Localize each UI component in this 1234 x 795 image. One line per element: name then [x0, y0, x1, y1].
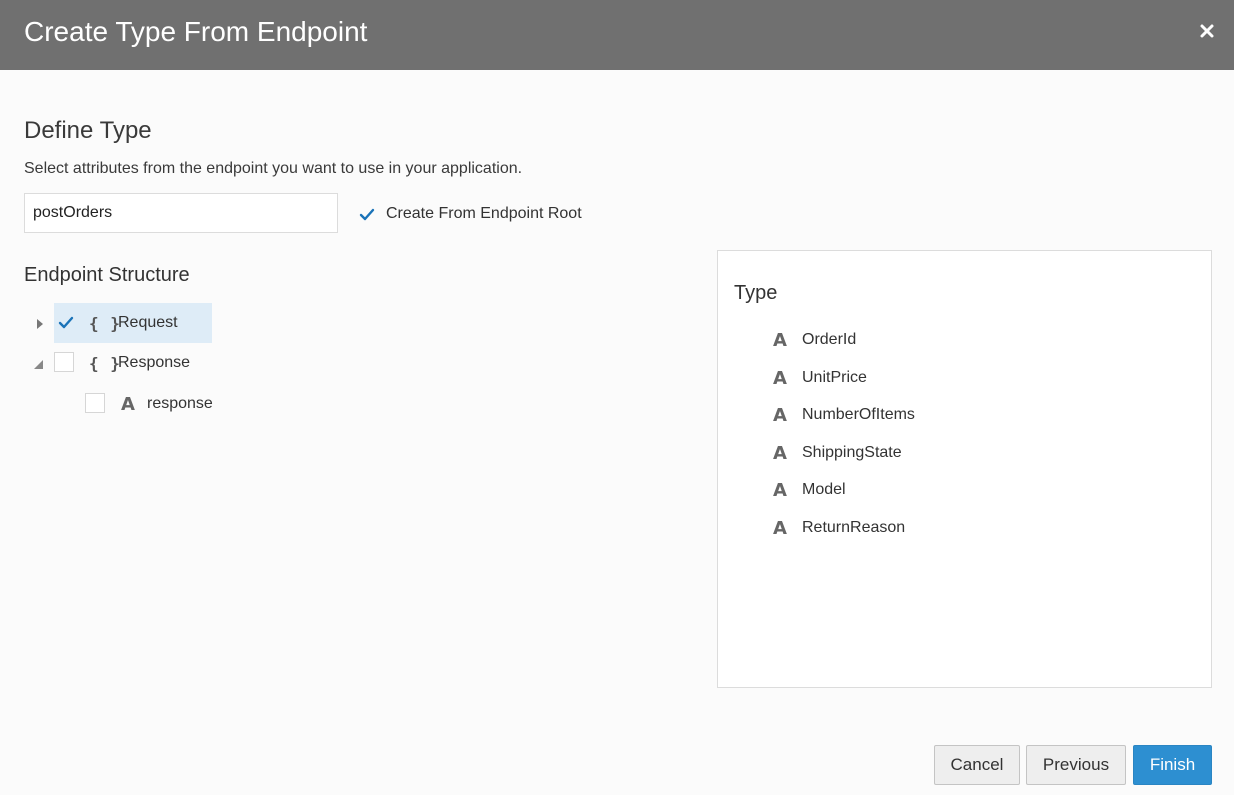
tree-label-request: Request	[118, 314, 178, 331]
type-attribute-item: A OrderId	[770, 328, 856, 352]
type-attribute-label: ReturnReason	[802, 519, 906, 536]
string-attribute-icon: A	[773, 404, 787, 426]
type-attribute-label: NumberOfItems	[802, 406, 915, 423]
string-attribute-icon: A	[773, 479, 787, 501]
type-attribute-item: A UnitPrice	[770, 366, 867, 390]
type-attribute-label: OrderId	[802, 331, 857, 348]
create-from-endpoint-root-checkbox[interactable]: Create From Endpoint Root	[356, 203, 582, 225]
request-checkbox[interactable]	[55, 312, 75, 332]
type-attribute-item: A NumberOfItems	[770, 403, 915, 427]
object-icon: { }	[89, 314, 121, 333]
type-attribute-label: UnitPrice	[802, 369, 867, 386]
string-attribute-icon: A	[773, 442, 787, 464]
previous-button[interactable]: Previous	[1026, 745, 1126, 785]
tree-label-response-attribute: response	[147, 395, 213, 412]
define-type-heading: Define Type	[24, 117, 152, 144]
type-panel: Type A OrderId A UnitPrice A NumberOfIte…	[717, 250, 1212, 688]
cancel-button[interactable]: Cancel	[934, 745, 1020, 785]
string-attribute-icon: A	[121, 394, 135, 415]
checkbox-checked-icon[interactable]	[356, 204, 376, 224]
type-attribute-item: A Model	[770, 478, 846, 502]
finish-button[interactable]: Finish	[1133, 745, 1212, 785]
response-attribute-checkbox[interactable]	[85, 393, 105, 413]
endpoint-structure-heading: Endpoint Structure	[24, 264, 190, 286]
close-icon[interactable]	[1194, 18, 1220, 44]
dialog-title-bar: Create Type From Endpoint	[0, 0, 1234, 70]
type-attribute-item: A ShippingState	[770, 441, 902, 465]
type-attribute-label: Model	[802, 481, 846, 498]
string-attribute-icon: A	[773, 329, 787, 351]
type-heading: Type	[734, 282, 778, 304]
string-attribute-icon: A	[773, 517, 787, 539]
type-attribute-label: ShippingState	[802, 444, 902, 461]
dialog-title: Create Type From Endpoint	[24, 16, 368, 47]
response-checkbox[interactable]	[54, 352, 74, 372]
object-icon: { }	[89, 354, 121, 373]
tree-label-response: Response	[118, 354, 191, 371]
collapse-arrow-icon[interactable]	[32, 357, 44, 369]
instructions-text: Select attributes from the endpoint you …	[24, 160, 523, 177]
string-attribute-icon: A	[773, 367, 787, 389]
expand-arrow-icon[interactable]	[34, 317, 46, 329]
create-from-endpoint-root-label: Create From Endpoint Root	[386, 205, 582, 222]
type-attribute-item: A ReturnReason	[770, 516, 905, 540]
type-name-input[interactable]	[24, 193, 338, 233]
